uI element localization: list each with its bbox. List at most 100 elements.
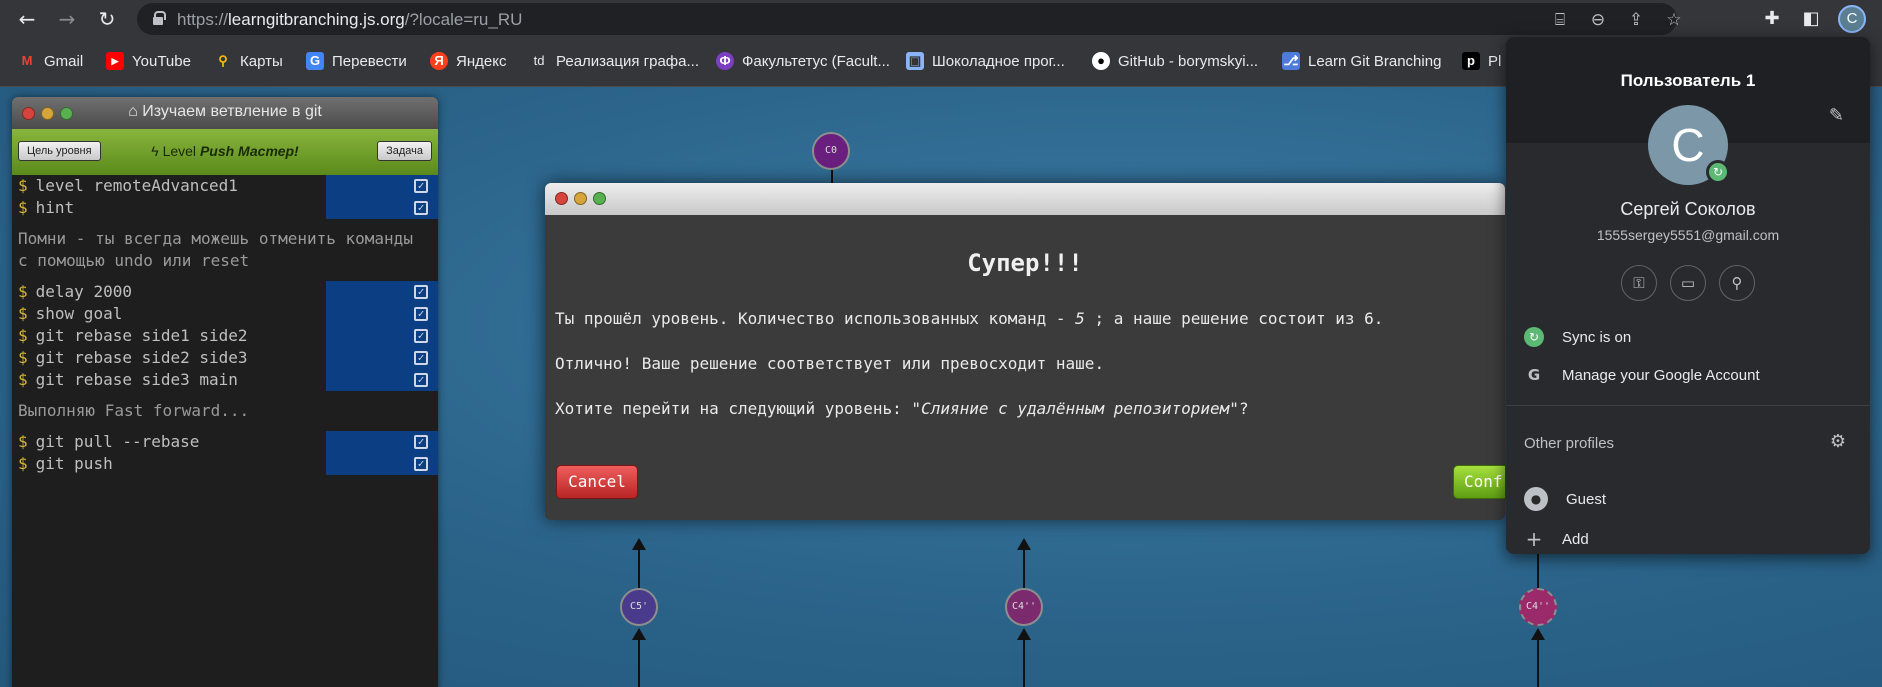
addresses-pin-icon[interactable]: ⚲ [1719, 265, 1755, 301]
bookmark-facultetus[interactable]: Ф Факультетус (Facult... [716, 50, 890, 72]
checkbox-icon: ✓ [414, 373, 428, 387]
bookmark-chocolate[interactable]: ▣ Шоколадное прог... [906, 50, 1065, 72]
bookmark-maps[interactable]: ⚲ Карты [214, 50, 283, 72]
command-status: ✓ [326, 281, 438, 303]
command-text: level remoteAdvanced1 [35, 176, 238, 195]
manage-account-row[interactable]: G Manage your Google Account [1506, 357, 1870, 393]
edit-pencil-icon[interactable]: ✎ [1829, 105, 1844, 126]
graph-edge [1023, 637, 1025, 687]
command-text: git rebase side3 main [35, 370, 238, 389]
maximize-dot-icon[interactable] [593, 192, 606, 205]
command-entry[interactable]: $ git pull --rebase ✓ [12, 431, 438, 453]
command-count: 5 [1075, 309, 1085, 328]
bookmark-label: YouTube [132, 52, 191, 70]
command-entry[interactable]: $ show goal ✓ [12, 303, 438, 325]
bookmark-label: Карты [240, 52, 283, 70]
command-entry[interactable]: $ git rebase side1 side2 ✓ [12, 325, 438, 347]
close-dot-icon[interactable] [555, 192, 568, 205]
translate-icon: G [306, 52, 324, 70]
bookmark-label: GitHub - borymskyi... [1118, 52, 1259, 70]
profile-avatar-button[interactable]: C [1838, 5, 1866, 33]
graph-edge [1537, 637, 1539, 687]
command-status: ✓ [326, 431, 438, 453]
p-icon: p [1462, 52, 1480, 70]
bookmark-label: Факультетус (Facult... [742, 52, 890, 70]
bookmark-translate[interactable]: G Перевести [306, 50, 407, 72]
command-text: git pull --rebase [35, 432, 200, 451]
checkbox-icon: ✓ [414, 201, 428, 215]
sync-status-row[interactable]: ↻ Sync is on [1506, 319, 1870, 355]
command-entry[interactable]: $ level remoteAdvanced1 ✓ [12, 175, 438, 197]
terminal-info: Помни - ты всегда можешь отменить команд… [18, 229, 413, 270]
payment-card-icon[interactable]: ▭ [1670, 265, 1706, 301]
command-entry[interactable]: $ delay 2000 ✓ [12, 281, 438, 303]
youtube-icon: ▶ [106, 52, 124, 70]
command-text: delay 2000 [35, 282, 132, 301]
checkbox-icon: ✓ [414, 329, 428, 343]
bookmark-graph[interactable]: td Реализация графа... [530, 50, 699, 72]
cancel-button[interactable]: Cancel [556, 465, 638, 499]
bookmark-p[interactable]: p Pl [1462, 50, 1501, 72]
guest-profile-row[interactable]: ● Guest [1506, 481, 1870, 517]
zoom-icon[interactable]: ⊖ [1587, 9, 1609, 31]
add-profile-row[interactable]: + Add [1506, 521, 1870, 554]
chocolate-icon: ▣ [906, 52, 924, 70]
prompt-symbol: $ [18, 432, 28, 451]
close-dot-icon[interactable] [22, 107, 35, 120]
minimize-dot-icon[interactable] [574, 192, 587, 205]
sync-label: Sync is on [1562, 328, 1632, 346]
browser-toolbar: ← → ↻ https://learngitbranching.js.org/?… [0, 0, 1882, 37]
window-controls [22, 107, 73, 120]
bookmark-github[interactable]: ● GitHub - borymskyi... [1092, 50, 1258, 72]
prompt-symbol: $ [18, 454, 28, 473]
bookmark-star-icon[interactable]: ☆ [1663, 9, 1685, 31]
extensions-icon[interactable]: ✚ [1760, 7, 1784, 31]
url-scheme: https:// [177, 10, 229, 29]
translate-page-icon[interactable]: ⌸ [1549, 9, 1571, 31]
minimize-dot-icon[interactable] [41, 107, 54, 120]
command-entry[interactable]: $ hint ✓ [12, 197, 438, 219]
command-terminal: ⌂ Изучаем ветвление в git Цель уровня ϟ … [12, 97, 438, 687]
bookmark-yandex[interactable]: Я Яндекс [430, 50, 506, 72]
checkbox-icon: ✓ [414, 457, 428, 471]
bookmark-youtube[interactable]: ▶ YouTube [106, 50, 191, 72]
prompt-symbol: $ [18, 282, 28, 301]
bookmark-label: Перевести [332, 52, 407, 70]
command-text: hint [35, 198, 75, 217]
forward-icon[interactable]: → [54, 6, 80, 32]
commit-node[interactable]: C0 [812, 132, 850, 170]
command-status: ✓ [326, 197, 438, 219]
prompt-symbol: $ [18, 198, 28, 217]
bookmark-label: Gmail [44, 52, 84, 70]
share-icon[interactable]: ⇪ [1625, 9, 1647, 31]
confirm-button[interactable]: Conf [1453, 465, 1505, 499]
bookmark-gmail[interactable]: M Gmail [18, 50, 84, 72]
address-bar[interactable]: https://learngitbranching.js.org/?locale… [137, 3, 1682, 35]
graph-arrow [1017, 628, 1031, 640]
bookmark-label: Pl [1488, 52, 1502, 70]
reload-icon[interactable]: ↻ [94, 6, 120, 32]
passwords-key-icon[interactable]: ⚿ [1621, 265, 1657, 301]
commit-node[interactable]: C4'' [1519, 588, 1557, 626]
command-entry[interactable]: $ git rebase side2 side3 ✓ [12, 347, 438, 369]
commit-node[interactable]: C5' [620, 588, 658, 626]
bookmark-learn-git[interactable]: ⎇ Learn Git Branching [1282, 50, 1441, 72]
maximize-dot-icon[interactable] [60, 107, 73, 120]
gear-icon[interactable]: ⚙ [1830, 431, 1846, 452]
back-icon[interactable]: ← [14, 6, 40, 32]
bookmark-label: Реализация графа... [556, 52, 699, 70]
url-text[interactable]: https://learngitbranching.js.org/?locale… [177, 10, 522, 30]
graph-arrow [632, 628, 646, 640]
graph-arrow [1531, 628, 1545, 640]
bookmark-label: Learn Git Branching [1308, 52, 1442, 70]
command-text: git push [35, 454, 113, 473]
commit-node[interactable]: C4'' [1005, 588, 1043, 626]
side-panel-icon[interactable]: ◧ [1799, 7, 1823, 31]
task-button[interactable]: Задача [377, 141, 432, 161]
dialog-body: Супер!!! Ты прошёл уровень. Количество и… [545, 249, 1505, 418]
terminal-title: Изучаем ветвление в git [142, 103, 322, 120]
lock-icon[interactable] [153, 11, 166, 25]
url-host: learngitbranching.js.org [228, 10, 405, 29]
command-entry[interactable]: $ git rebase side3 main ✓ [12, 369, 438, 391]
command-entry[interactable]: $ git push ✓ [12, 453, 438, 475]
